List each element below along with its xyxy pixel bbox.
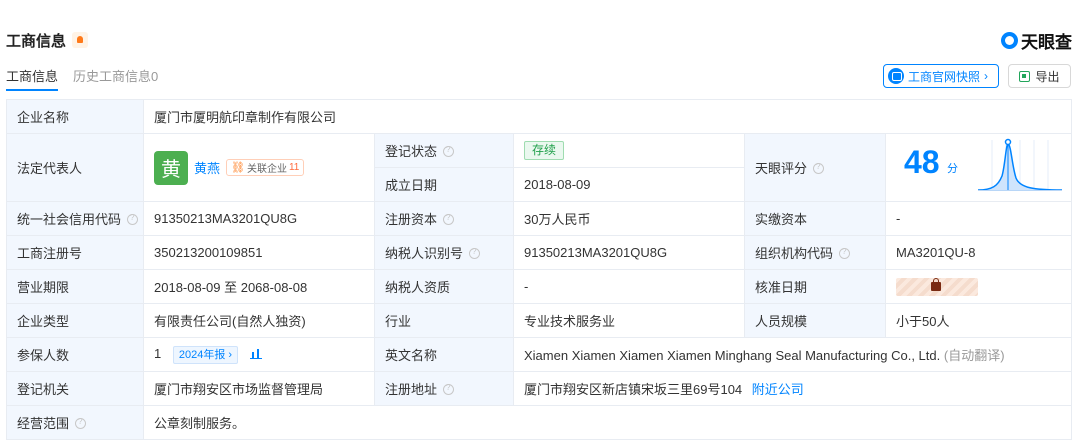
insured-value: 1 bbox=[154, 345, 162, 361]
section-header: 工商信息 天眼查 bbox=[6, 28, 1072, 52]
english-name-value: Xiamen Xiamen Xiamen Xiamen Minghang Sea… bbox=[524, 348, 941, 363]
tab-history-info[interactable]: 历史工商信息0 bbox=[73, 66, 158, 85]
established-label: 成立日期 bbox=[374, 167, 514, 202]
export-button[interactable]: 导出 bbox=[1008, 64, 1071, 88]
staff-size-label: 人员规模 bbox=[744, 303, 886, 338]
logo-text: 天眼查 bbox=[1021, 33, 1072, 52]
nearby-companies-link[interactable]: 附近公司 bbox=[752, 382, 804, 397]
taxpayer-id-label: 纳税人识别号 bbox=[374, 235, 514, 270]
industry-value: 专业技术服务业 bbox=[513, 303, 745, 338]
legal-rep-name-link[interactable]: 黄燕 bbox=[194, 158, 220, 177]
help-icon[interactable] bbox=[75, 417, 87, 429]
chart-icon[interactable] bbox=[249, 347, 262, 359]
insured-label: 参保人数 bbox=[6, 337, 144, 372]
reg-no-value: 350213200109851 bbox=[143, 235, 375, 270]
score-value: 48 bbox=[904, 144, 940, 180]
table-row: 统一社会信用代码 91350213MA3201QU8G 注册资本 30万人民币 … bbox=[6, 201, 1073, 236]
tianyancha-logo: 天眼查 bbox=[1001, 28, 1072, 53]
snapshot-label: 工商官网快照 bbox=[908, 69, 981, 84]
table-row: 经营范围 公章刻制服务。 bbox=[6, 405, 1073, 440]
reg-status-cell: 存续 bbox=[513, 133, 745, 168]
reg-address-label: 注册地址 bbox=[374, 371, 514, 406]
table-row: 登记机关 厦门市翔安区市场监督管理局 注册地址 厦门市翔安区新店镇宋坂三里69号… bbox=[6, 371, 1073, 406]
scope-label: 经营范围 bbox=[6, 405, 144, 440]
export-label: 导出 bbox=[1035, 69, 1060, 84]
lock-icon bbox=[931, 277, 941, 291]
legal-rep-label: 法定代表人 bbox=[6, 133, 144, 202]
credit-code-value: 91350213MA3201QU8G bbox=[143, 201, 375, 236]
locked-value[interactable] bbox=[896, 277, 978, 296]
tab-business-info[interactable]: 工商信息 bbox=[6, 66, 58, 85]
table-row: 工商注册号 350213200109851 纳税人识别号 91350213MA3… bbox=[6, 235, 1073, 270]
chevron-right-icon: › bbox=[984, 69, 989, 83]
related-companies-badge[interactable]: ⛓ 关联企业 11 bbox=[226, 159, 305, 176]
paid-capital-label: 实缴资本 bbox=[744, 201, 886, 236]
industry-label: 行业 bbox=[374, 303, 514, 338]
company-name-value: 厦门市厦明航印章制作有限公司 bbox=[142, 99, 1073, 134]
related-count: 11 bbox=[288, 162, 300, 173]
english-name-cell: Xiamen Xiamen Xiamen Xiamen Minghang Sea… bbox=[512, 337, 1073, 372]
staff-size-value: 小于50人 bbox=[884, 303, 1073, 338]
biz-term-label: 营业期限 bbox=[6, 269, 144, 304]
org-code-value: MA3201QU-8 bbox=[884, 235, 1073, 270]
biz-term-value: 2018-08-09 至 2068-08-08 bbox=[143, 269, 375, 304]
help-icon[interactable] bbox=[839, 247, 851, 259]
reg-status-label: 登记状态 bbox=[374, 133, 514, 168]
scope-value: 公章刻制服务。 bbox=[142, 405, 1073, 440]
business-info-table: 企业名称 厦门市厦明航印章制作有限公司 法定代表人 黄 黄燕 ⛓ 关联企业 11… bbox=[6, 99, 1073, 440]
help-icon[interactable] bbox=[443, 213, 455, 225]
insured-cell: 1 2024年报 › bbox=[143, 337, 375, 372]
annual-report-badge[interactable]: 2024年报 › bbox=[172, 345, 239, 364]
credit-code-label: 统一社会信用代码 bbox=[6, 201, 144, 236]
status-badge: 存续 bbox=[524, 141, 565, 160]
active-tab-indicator bbox=[6, 89, 58, 91]
help-icon[interactable] bbox=[469, 247, 481, 259]
section-title: 工商信息 bbox=[6, 33, 67, 50]
link-icon: ⛓ bbox=[231, 162, 245, 174]
auto-translate-note: (自动翻译) bbox=[943, 348, 1005, 363]
score-cell[interactable]: 48 分 bbox=[884, 133, 1073, 202]
help-icon[interactable] bbox=[443, 145, 455, 157]
table-row: 企业名称 厦门市厦明航印章制作有限公司 bbox=[6, 99, 1073, 134]
table-row: 企业类型 有限责任公司(自然人独资) 行业 专业技术服务业 人员规模 小于50人 bbox=[6, 303, 1073, 338]
snapshot-icon bbox=[888, 68, 904, 84]
established-value: 2018-08-09 bbox=[513, 167, 745, 202]
company-type-label: 企业类型 bbox=[6, 303, 144, 338]
reg-capital-label: 注册资本 bbox=[374, 201, 514, 236]
reg-address-value: 厦门市翔安区新店镇宋坂三里69号104 bbox=[524, 382, 743, 397]
table-row: 参保人数 1 2024年报 › 英文名称 Xiamen Xiamen Xiame… bbox=[6, 337, 1073, 372]
company-type-value: 有限责任公司(自然人独资) bbox=[143, 303, 375, 338]
legal-rep-avatar[interactable]: 黄 bbox=[154, 150, 188, 185]
reg-address-cell: 厦门市翔安区新店镇宋坂三里69号104 附近公司 bbox=[512, 371, 1073, 406]
reg-authority-label: 登记机关 bbox=[6, 371, 144, 406]
taxpayer-qual-value: - bbox=[513, 269, 745, 304]
table-row: 营业期限 2018-08-09 至 2068-08-08 纳税人资质 - 核准日… bbox=[6, 269, 1073, 304]
table-row: 法定代表人 黄 黄燕 ⛓ 关联企业 11 登记状态 存续 天眼评分 48 分 bbox=[6, 133, 1073, 202]
score-unit: 分 bbox=[947, 163, 958, 175]
reg-authority-value: 厦门市翔安区市场监督管理局 bbox=[143, 371, 375, 406]
help-icon[interactable] bbox=[813, 162, 825, 174]
help-icon[interactable] bbox=[127, 213, 139, 225]
taxpayer-qual-label: 纳税人资质 bbox=[374, 269, 514, 304]
score-distribution-curve bbox=[978, 138, 1062, 191]
bell-icon[interactable] bbox=[72, 32, 88, 48]
related-label: 关联企业 bbox=[246, 164, 287, 175]
paid-capital-value: - bbox=[884, 201, 1073, 236]
org-code-label: 组织机构代码 bbox=[744, 235, 886, 270]
approval-date-label: 核准日期 bbox=[744, 269, 886, 304]
logo-icon bbox=[1001, 32, 1018, 49]
english-name-label: 英文名称 bbox=[374, 337, 514, 372]
company-name-label: 企业名称 bbox=[6, 99, 144, 134]
approval-date-cell bbox=[884, 269, 1073, 304]
help-icon[interactable] bbox=[443, 383, 455, 395]
legal-rep-cell: 黄 黄燕 ⛓ 关联企业 11 bbox=[143, 133, 375, 202]
reg-no-label: 工商注册号 bbox=[6, 235, 144, 270]
score-label: 天眼评分 bbox=[744, 133, 886, 202]
taxpayer-id-value: 91350213MA3201QU8G bbox=[513, 235, 745, 270]
excel-icon bbox=[1019, 70, 1031, 82]
official-snapshot-button[interactable]: 工商官网快照 › bbox=[883, 64, 999, 88]
reg-capital-value: 30万人民币 bbox=[513, 201, 745, 236]
